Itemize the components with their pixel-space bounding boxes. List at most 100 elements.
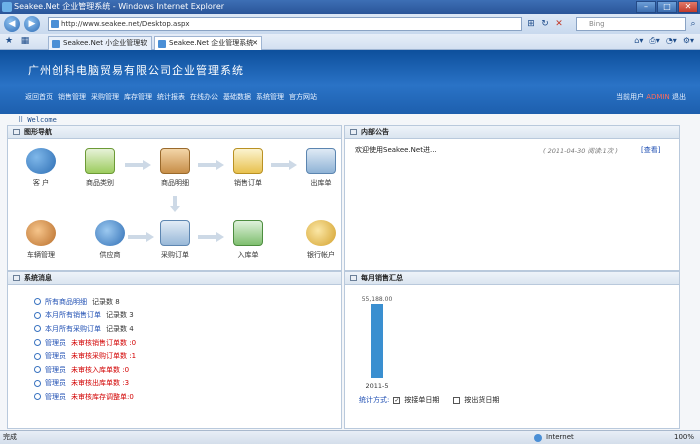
outbound-icon (306, 148, 336, 174)
refresh-button[interactable]: ↻ (538, 17, 552, 31)
window-controls: – □ ✕ (636, 1, 698, 13)
nav-item-sales[interactable]: 销售管理 (58, 92, 86, 102)
nav-node-label: 商品明细 (161, 179, 189, 187)
flow-arrow-icon (271, 160, 297, 170)
tab-label: Seakee.Net 企业管理系统 (169, 39, 254, 47)
nav-node-customer[interactable]: 客 户 (16, 148, 66, 188)
page-menu-icon[interactable]: ◔▾ (666, 36, 677, 46)
quick-tabs-icon[interactable]: ▦ (18, 34, 32, 48)
user-info: 当前用户 ADMIN 退出 (616, 92, 686, 102)
message-link[interactable]: 管理员 (45, 365, 66, 375)
inbound-icon (233, 220, 263, 246)
message-link[interactable]: 管理员 (45, 378, 66, 388)
order-date-checkbox[interactable]: ✓ (393, 396, 401, 404)
notice-title[interactable]: 欢迎使用Seakee.Net进... (355, 145, 437, 155)
tools-gear-icon[interactable]: ⚙▾ (683, 36, 694, 46)
nav-item-purchase[interactable]: 采购管理 (91, 92, 119, 102)
message-item: 本月所有销售订单 记录数 3 (34, 309, 136, 323)
magnifier-icon (34, 352, 41, 360)
url-field[interactable]: http://www.seakee.net/Desktop.aspx (48, 17, 522, 31)
compat-view-icon[interactable]: ⊞ (524, 17, 538, 31)
tab-small-business[interactable]: Seakee.Net 小企业管理软件 (48, 36, 152, 60)
system-messages-panel: 系统消息 所有商品明细 记录数 8 本月所有销售订单 记录数 3 本月所有采购订单 记录数… (7, 271, 342, 429)
app-header: 广州创科电脑贸易有限公司企业管理系统 返回首页 销售管理 采购管理 库存管理 统… (0, 50, 700, 114)
zoom-level[interactable]: 100% (674, 431, 694, 444)
message-link[interactable]: 本月所有销售订单 (45, 310, 101, 320)
print-icon[interactable]: ⎙▾ (649, 36, 659, 46)
minimize-button[interactable]: – (636, 1, 656, 13)
window-titlebar: Seakee.Net 企业管理系统 - Windows Internet Exp… (0, 0, 700, 14)
nav-node-label: 客 户 (32, 179, 50, 187)
nav-node-outbound[interactable]: 出库单 (296, 148, 346, 188)
magnifier-icon (34, 366, 41, 374)
search-icon[interactable]: ⌕ (686, 17, 700, 31)
notice-view-link[interactable]: [查看] (641, 145, 660, 155)
flow-arrow-icon (198, 160, 224, 170)
panel-icon (350, 275, 357, 281)
nav-item-inventory[interactable]: 库存管理 (124, 92, 152, 102)
magnifier-icon (34, 379, 41, 387)
nav-node-purchase-order[interactable]: 采购订单 (150, 220, 200, 260)
message-text: 未审核采购订单数 :1 (71, 352, 137, 361)
purchase-order-icon (160, 220, 190, 246)
close-window-button[interactable]: ✕ (678, 1, 698, 13)
nav-item-reports[interactable]: 统计报表 (157, 92, 185, 102)
nav-node-bank[interactable]: 银行帐户 (296, 220, 346, 260)
notice-panel: 内部公告 欢迎使用Seakee.Net进... ( 2011-04-30 阅读:… (344, 125, 680, 271)
back-button[interactable]: ◀ (4, 16, 20, 32)
nav-item-office[interactable]: 在线办公 (190, 92, 218, 102)
bank-coin-icon (306, 220, 336, 246)
nav-node-label: 采购订单 (161, 251, 189, 259)
internet-zone: Internet (534, 431, 574, 444)
magnifier-icon (34, 325, 41, 333)
panel-header: 内部公告 (345, 126, 679, 139)
category-icon (85, 148, 115, 174)
message-list: 所有商品明细 记录数 8 本月所有销售订单 记录数 3 本月所有采购订单 记录数 4 管理员… (34, 295, 136, 404)
logout-link[interactable]: 退出 (672, 93, 686, 101)
message-item: 管理员 未审核入库单数 :0 (34, 363, 136, 377)
nav-node-category[interactable]: 商品类别 (75, 148, 125, 188)
search-input[interactable]: Bing (576, 17, 686, 31)
panel-header: 每月销售汇总 (345, 272, 679, 285)
nav-node-label: 供应商 (99, 251, 121, 259)
bar-2011-5 (371, 304, 383, 378)
favorites-star-icon[interactable]: ★ (2, 34, 16, 48)
home-icon[interactable]: ⌂▾ (634, 36, 643, 46)
nav-node-inbound[interactable]: 入库单 (223, 220, 273, 260)
close-tab-icon[interactable]: ✕ (252, 37, 258, 50)
message-link[interactable]: 管理员 (45, 351, 66, 361)
order-date-label: 按接单日期 (404, 396, 440, 404)
nav-node-sales-order[interactable]: 销售订单 (223, 148, 273, 188)
sales-chart-svg: 55,188.00 2011-5 (362, 296, 393, 390)
nav-item-basic-data[interactable]: 基础数据 (223, 92, 251, 102)
nav-item-home[interactable]: 返回首页 (25, 92, 53, 102)
tab-bar: ★ ▦ Seakee.Net 小企业管理软件 Seakee.Net 企业管理系统… (0, 34, 700, 60)
message-link[interactable]: 所有商品明细 (45, 297, 87, 307)
nav-node-label: 出库单 (310, 179, 332, 187)
flow-arrow-icon (128, 232, 154, 242)
nav-item-official-site[interactable]: 官方网站 (289, 92, 317, 102)
stop-button[interactable]: ✕ (552, 17, 566, 31)
tab-favicon-icon (52, 40, 60, 48)
message-link[interactable]: 管理员 (45, 392, 66, 402)
nav-node-label: 车辆管理 (27, 251, 55, 259)
message-link[interactable]: 本月所有采购订单 (45, 324, 101, 334)
maximize-button[interactable]: □ (657, 1, 677, 13)
nav-node-label: 销售订单 (234, 179, 262, 187)
magnifier-icon (34, 311, 41, 319)
ship-date-checkbox[interactable] (453, 396, 461, 404)
tab-enterprise-system[interactable]: Seakee.Net 企业管理系统 ✕ (154, 36, 262, 50)
nav-node-vehicle[interactable]: 车辆管理 (16, 220, 66, 260)
welcome-label: Welcome (27, 116, 57, 124)
user-name: ADMIN (646, 93, 670, 101)
message-text: 未审核出库单数 :3 (71, 379, 130, 388)
forward-button[interactable]: ▶ (24, 16, 40, 32)
nav-node-product[interactable]: 商品明细 (150, 148, 200, 188)
graphic-nav-panel: 图形导航 客 户 商品类别 商品明细 销售订单 出库单 车辆管理 供应商 采购订… (7, 125, 342, 271)
panel-title: 图形导航 (24, 128, 52, 136)
nav-item-system[interactable]: 系统管理 (256, 92, 284, 102)
message-link[interactable]: 管理员 (45, 338, 66, 348)
chart-options: 统计方式: ✓ 按接单日期 按出货日期 (359, 395, 499, 405)
message-text: 记录数 3 (106, 311, 134, 320)
message-text: 记录数 8 (92, 297, 120, 306)
